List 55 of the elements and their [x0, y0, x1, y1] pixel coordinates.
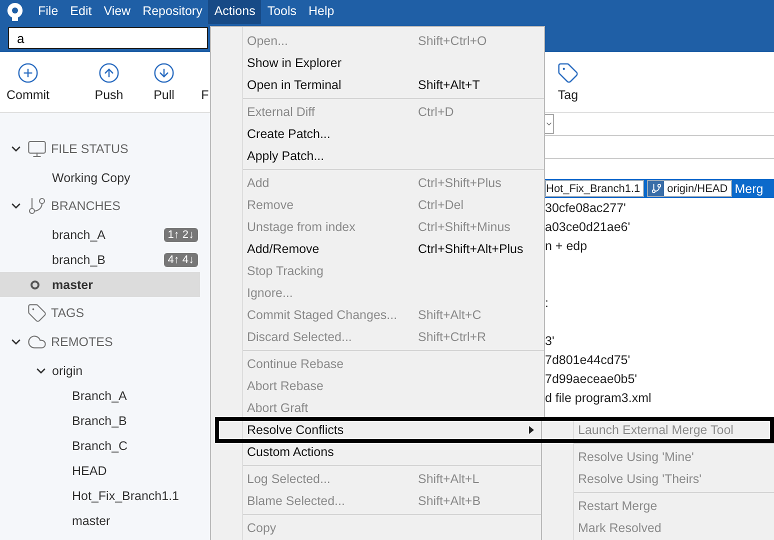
- monitor-icon: [27, 139, 47, 159]
- menu-item[interactable]: Apply Patch...: [211, 145, 544, 167]
- commit-row[interactable]: Hot_Fix_Branch1.1 origin/HEAD Merg: [545, 179, 774, 198]
- branch-icon: [650, 183, 662, 194]
- commit-row[interactable]: 30cfe08ac277': [545, 198, 774, 217]
- toolbar-button[interactable]: Push: [86, 62, 132, 102]
- section-heading[interactable]: TAGS: [51, 306, 84, 320]
- menu-title[interactable]: File: [32, 0, 64, 24]
- menu-title[interactable]: Repository: [136, 0, 208, 24]
- menu-item[interactable]: Show in Explorer: [211, 52, 544, 74]
- branch-label: Hot_Fix_Branch1.1: [545, 180, 644, 197]
- menu-title[interactable]: Edit: [64, 0, 98, 24]
- toolbar-button[interactable]: Commit: [0, 62, 56, 102]
- search-field[interactable]: a: [8, 27, 208, 49]
- toolbar-button[interactable]: F: [200, 62, 210, 102]
- sidebar-item[interactable]: master: [0, 272, 200, 297]
- toolbar-button[interactable]: Tag: [545, 62, 591, 102]
- section-heading[interactable]: REMOTES: [51, 335, 113, 349]
- menu-title[interactable]: View: [98, 0, 137, 24]
- commit-row[interactable]: 7d801e44cd75': [545, 350, 774, 369]
- sidebar-item[interactable]: Hot_Fix_Branch1.1: [0, 483, 200, 508]
- sidebar-item[interactable]: Branch_C: [0, 433, 200, 458]
- menu-item[interactable]: Add/Remove Ctrl+Shift+Alt+Plus: [211, 238, 544, 260]
- menu-item[interactable]: Custom Actions: [211, 441, 544, 463]
- commit-row[interactable]: :: [545, 293, 774, 312]
- sidebar-item[interactable]: Branch_B: [0, 408, 200, 433]
- menu-title[interactable]: Help: [302, 0, 340, 24]
- sidebar-item[interactable]: branch_B 4↑ 4↓: [0, 247, 200, 272]
- sidebar-item[interactable]: branch_A 1↑ 2↓: [0, 222, 200, 247]
- tag-icon: [557, 62, 579, 84]
- sidebar-item[interactable]: origin: [0, 358, 200, 383]
- section-heading[interactable]: FILE STATUS: [51, 142, 128, 156]
- sidebar-item[interactable]: master: [0, 508, 200, 533]
- toolbar-button[interactable]: Pull: [142, 62, 186, 102]
- menu-title[interactable]: Tools: [261, 0, 303, 24]
- menu-item[interactable]: Create Patch...: [211, 123, 544, 145]
- plus-circle-icon: [17, 62, 39, 84]
- section-heading[interactable]: BRANCHES: [51, 199, 120, 213]
- menu-item[interactable]: Resolve Conflicts: [211, 419, 544, 441]
- commit-row[interactable]: d file program3.xml: [545, 388, 774, 407]
- commit-row[interactable]: 3': [545, 331, 774, 350]
- sidebar-item[interactable]: HEAD: [0, 458, 200, 483]
- ahead-behind-badge: 1↑ 2↓: [164, 228, 198, 242]
- menu-title[interactable]: Actions: [208, 0, 262, 24]
- commit-row[interactable]: 7d99aeceae0b5': [545, 369, 774, 388]
- tag-icon: [27, 303, 47, 323]
- commit-row[interactable]: n + edp: [545, 236, 774, 255]
- menu-item[interactable]: Open in Terminal Shift+Alt+T: [211, 74, 544, 96]
- sidebar-item[interactable]: Branch_A: [0, 383, 200, 408]
- ahead-behind-badge: 4↑ 4↓: [164, 252, 198, 266]
- commit-row[interactable]: a03ce0d21ae6': [545, 217, 774, 236]
- sidebar-item[interactable]: Working Copy: [0, 165, 200, 190]
- branch-icon: [27, 196, 47, 216]
- branch-label: origin/HEAD: [647, 180, 732, 197]
- commit-message: Merg: [734, 182, 764, 196]
